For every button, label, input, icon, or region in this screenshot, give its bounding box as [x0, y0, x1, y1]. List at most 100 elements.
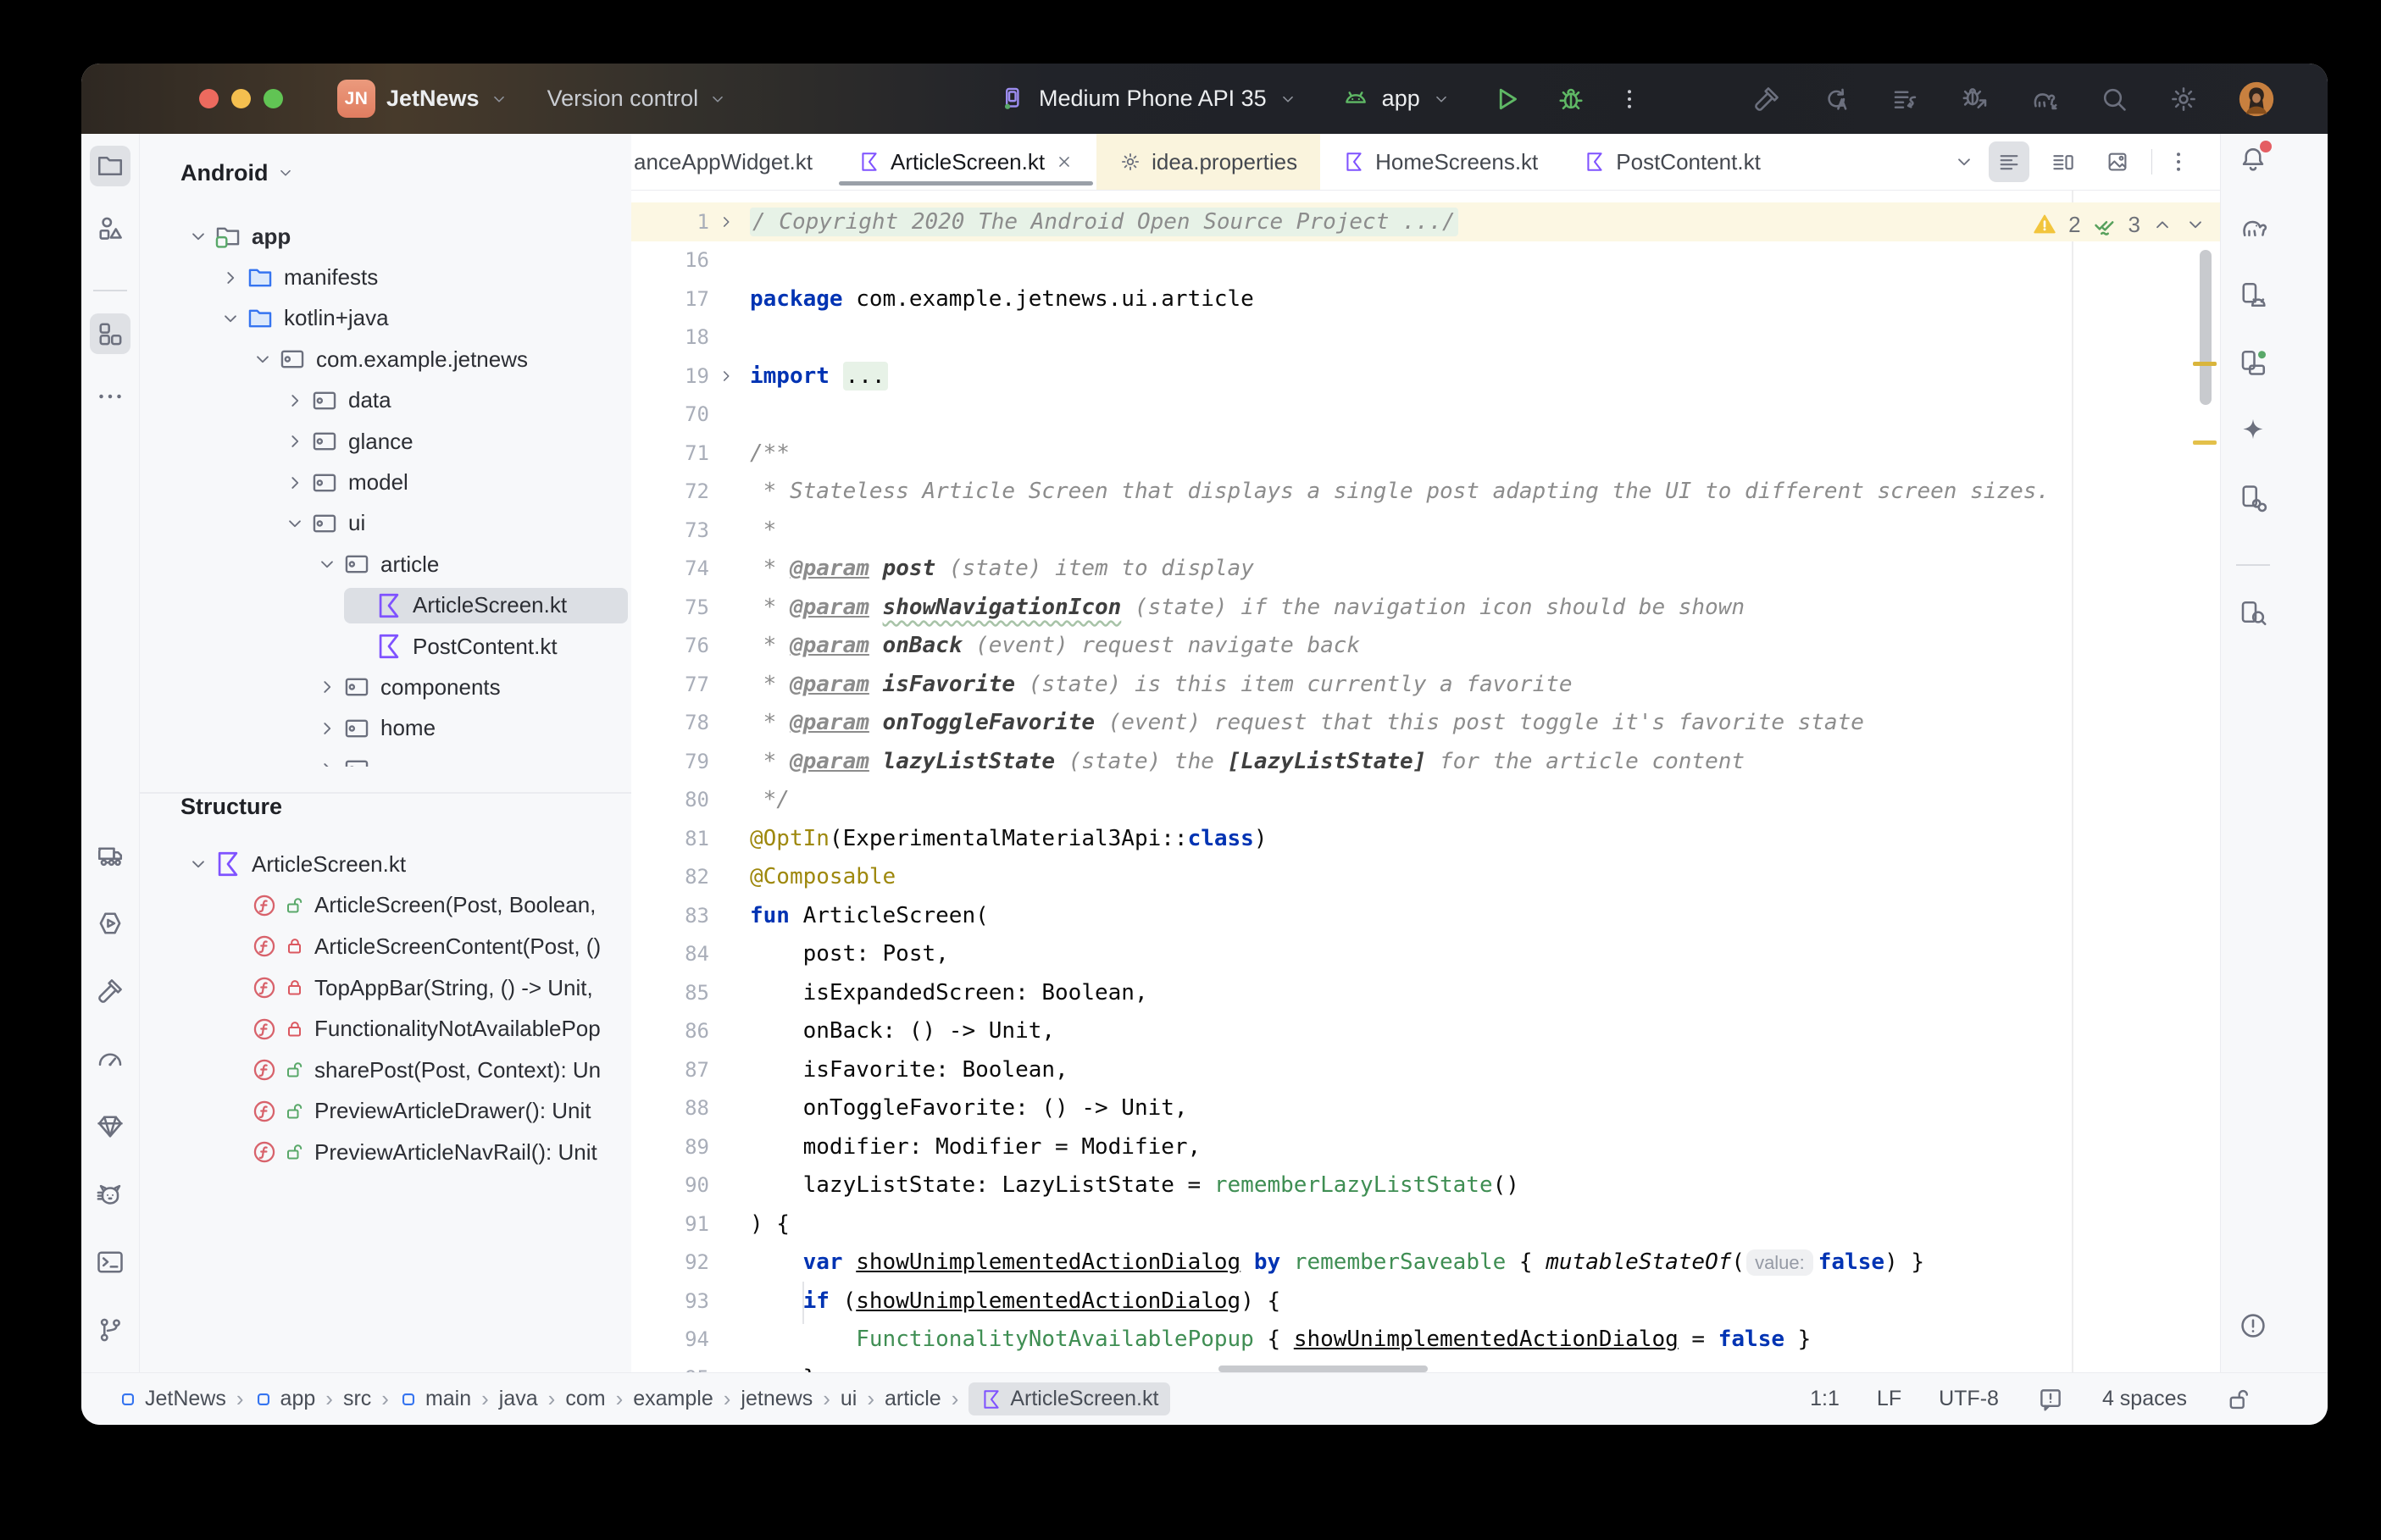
line-separator[interactable]: LF [1877, 1387, 1901, 1411]
gradle-sync-icon[interactable] [2029, 84, 2060, 114]
caret-position[interactable]: 1:1 [1810, 1387, 1840, 1411]
services-button[interactable] [90, 903, 130, 944]
device-pairing-button[interactable] [2233, 478, 2273, 518]
terminal-button[interactable] [90, 1242, 130, 1282]
chevron-down-icon[interactable] [183, 225, 214, 247]
code-line-70[interactable]: 70 [631, 396, 2220, 435]
inspection-widget[interactable]: 2 3 [2032, 206, 2206, 243]
tree-item-postcontent-kt[interactable]: PostContent.kt [140, 626, 628, 667]
project-menu[interactable]: JetNews [386, 86, 480, 112]
fold-chevron-icon[interactable] [709, 367, 743, 385]
breadcrumb-articlescreen-kt[interactable]: ArticleScreen.kt [968, 1382, 1171, 1415]
tree-item-glance[interactable]: glance [140, 421, 628, 462]
previous-issue-icon[interactable] [2151, 213, 2173, 235]
chevron-down-icon[interactable] [280, 512, 310, 535]
settings-gear-icon[interactable] [2168, 84, 2199, 114]
warning-stripe-mark[interactable] [2193, 440, 2217, 445]
running-devices-mirror-button[interactable] [2233, 342, 2273, 383]
version-control-button[interactable] [90, 1310, 130, 1350]
tree-item-kotlin-java[interactable]: kotlin+java [140, 298, 628, 339]
tree-item-app[interactable]: app [140, 216, 628, 257]
code-line-86[interactable]: 86 onBack: () -> Unit, [631, 1012, 2220, 1051]
breadcrumb-src[interactable]: src [343, 1387, 371, 1411]
structure-item[interactable]: FunctionalityNotAvailablePop [140, 1008, 631, 1050]
tree-item-home[interactable]: home [140, 708, 628, 749]
code-line-72[interactable]: 72 * Stateless Article Screen that displ… [631, 473, 2220, 512]
apply-changes-icon[interactable] [1821, 84, 1851, 114]
breadcrumb-main[interactable]: main [399, 1387, 471, 1411]
project-view-mode[interactable]: Android [180, 160, 268, 186]
chevron-right-icon[interactable] [312, 676, 342, 698]
code-line-71[interactable]: 71 /** [631, 434, 2220, 473]
minimize-window-button[interactable] [231, 89, 251, 108]
build-hammer-icon[interactable] [1751, 84, 1782, 114]
structure-item[interactable]: ArticleScreen(Post, Boolean, [140, 885, 631, 927]
fold-chevron-icon[interactable] [709, 213, 743, 231]
tree-item-clipped[interactable] [140, 749, 628, 767]
tree-item-model[interactable]: model [140, 462, 628, 502]
structure-grid-button[interactable] [90, 313, 130, 354]
gemini-button[interactable] [2233, 410, 2273, 451]
breadcrumb-java[interactable]: java [499, 1387, 538, 1411]
search-icon[interactable] [2099, 84, 2129, 114]
tab-anceappwidget-kt[interactable]: anceAppWidget.kt [631, 134, 835, 190]
design-view-button[interactable] [2097, 141, 2138, 182]
device-manager-button[interactable] [2233, 274, 2273, 315]
code-line-16[interactable]: 16 [631, 241, 2220, 280]
code-line-76[interactable]: 76 * @param onBack (event) request navig… [631, 627, 2220, 666]
structure-item[interactable]: TopAppBar(String, () -> Unit, [140, 967, 631, 1009]
breadcrumb-example[interactable]: example [633, 1387, 713, 1411]
structure-root[interactable]: ArticleScreen.kt [140, 844, 631, 885]
code-line-87[interactable]: 87 isFavorite: Boolean, [631, 1050, 2220, 1089]
problems-button[interactable] [2233, 1305, 2273, 1346]
code-line-17[interactable]: 17 package com.example.jetnews.ui.article [631, 280, 2220, 319]
code-line-83[interactable]: 83 fun ArticleScreen( [631, 896, 2220, 935]
task-list-icon[interactable] [1890, 84, 1921, 114]
chevron-right-icon[interactable] [280, 472, 310, 494]
code-line-88[interactable]: 88 onToggleFavorite: () -> Unit, [631, 1089, 2220, 1128]
close-icon[interactable] [1055, 152, 1074, 171]
breadcrumb-jetnews[interactable]: jetnews [741, 1387, 813, 1411]
resource-manager-button[interactable] [90, 208, 130, 249]
breadcrumb-article[interactable]: article [885, 1387, 941, 1411]
breadcrumb-com[interactable]: com [565, 1387, 605, 1411]
profiler-button[interactable] [90, 1039, 130, 1079]
tree-item-components[interactable]: components [140, 667, 628, 707]
breadcrumb-app[interactable]: app [254, 1387, 315, 1411]
close-window-button[interactable] [199, 89, 219, 108]
maximize-window-button[interactable] [264, 89, 283, 108]
debug-button[interactable] [1556, 84, 1586, 114]
code-line-91[interactable]: 91) { [631, 1205, 2220, 1244]
tree-item-com-example-jetnews[interactable]: com.example.jetnews [140, 339, 628, 379]
chevron-right-icon[interactable] [280, 390, 310, 412]
chevron-down-icon[interactable] [247, 348, 278, 370]
chevron-down-icon[interactable] [215, 307, 246, 330]
tab-homescreens-kt[interactable]: HomeScreens.kt [1320, 134, 1561, 190]
notifications-button[interactable] [2233, 139, 2273, 180]
vcs-menu[interactable]: Version control [547, 86, 699, 112]
indent-setting[interactable]: 4 spaces [2102, 1387, 2187, 1411]
layout-inspector-button[interactable] [2233, 593, 2273, 634]
code-line-78[interactable]: 78 * @param onToggleFavorite (event) req… [631, 704, 2220, 743]
editor-scrollbar[interactable] [2200, 250, 2212, 405]
code-line-89[interactable]: 89 modifier: Modifier = Modifier, [631, 1127, 2220, 1166]
chevron-right-icon[interactable] [280, 430, 310, 452]
logcat-button[interactable] [90, 1174, 130, 1215]
tree-item-articlescreen-kt[interactable]: ArticleScreen.kt [140, 585, 628, 626]
structure-item[interactable]: sharePost(Post, Context): Un [140, 1050, 631, 1091]
project-folder-button[interactable] [90, 146, 130, 186]
code-line-84[interactable]: 84 post: Post, [631, 935, 2220, 974]
code-line-80[interactable]: 80 */ [631, 781, 2220, 820]
structure-item[interactable]: PreviewArticleDrawer(): Unit [140, 1091, 631, 1133]
tree-item-article[interactable]: article [140, 544, 628, 584]
run-configuration-selector[interactable]: app [1382, 86, 1420, 112]
breadcrumb-ui[interactable]: ui [841, 1387, 857, 1411]
editor-options-kebab-icon[interactable] [2166, 149, 2191, 174]
tab-articlescreen-kt[interactable]: ArticleScreen.kt [835, 134, 1096, 190]
gradle-button[interactable] [2233, 207, 2273, 247]
breadcrumb-jetnews[interactable]: JetNews [119, 1387, 226, 1411]
code-line-82[interactable]: 82 @Composable [631, 858, 2220, 897]
hidden-tabs-chevron-icon[interactable] [1953, 151, 1975, 173]
code-line-81[interactable]: 81 @OptIn(ExperimentalMaterial3Api::class… [631, 819, 2220, 858]
file-encoding[interactable]: UTF-8 [1939, 1387, 1999, 1411]
